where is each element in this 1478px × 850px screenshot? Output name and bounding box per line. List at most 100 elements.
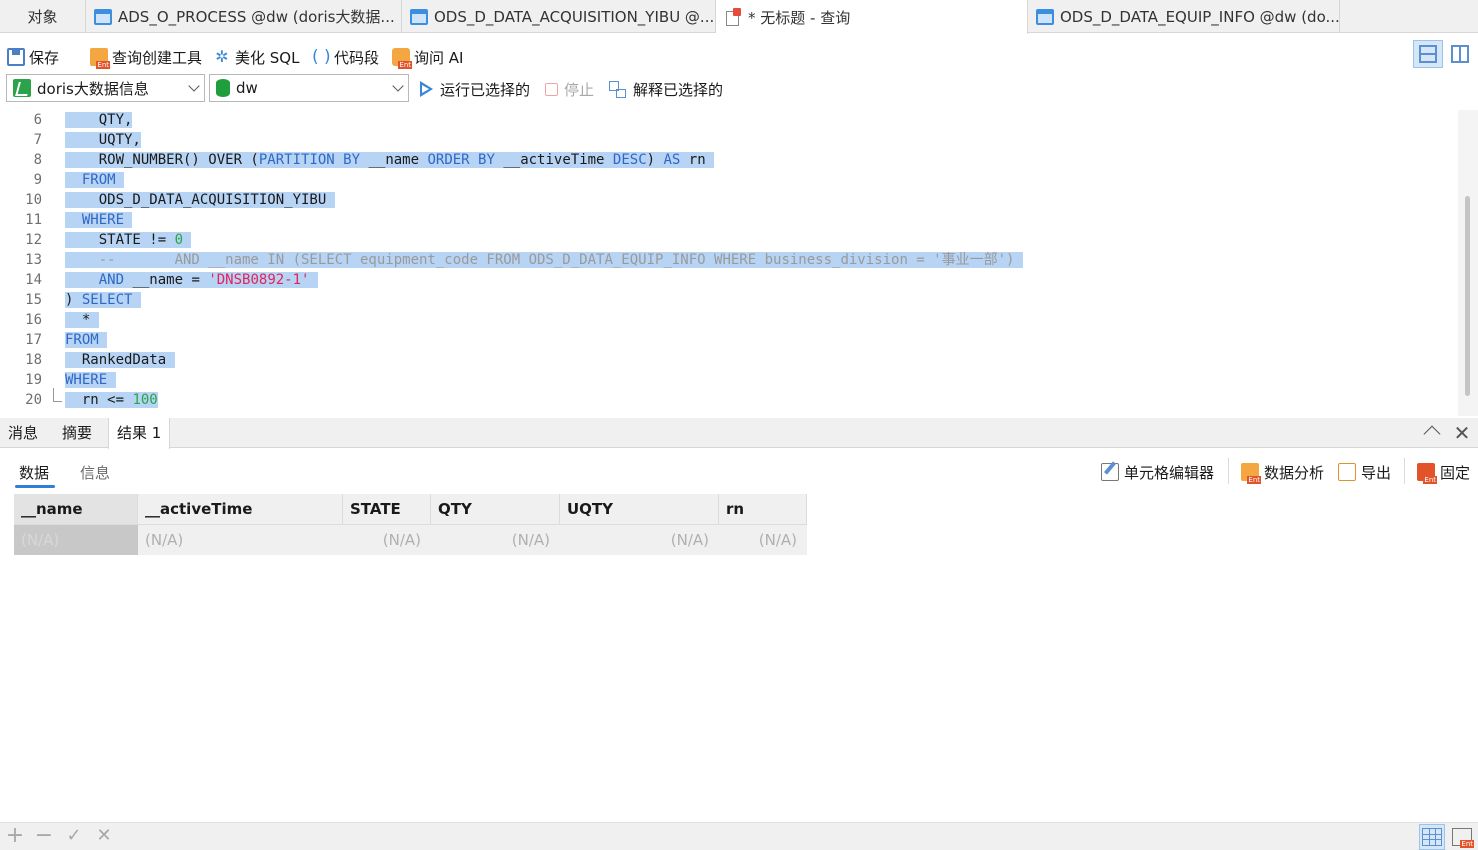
column-header[interactable]: STATE: [343, 494, 431, 525]
code-token: 100: [132, 392, 158, 408]
code-line[interactable]: WHERE: [65, 210, 133, 230]
line-number: 8: [33, 152, 42, 168]
table-cell[interactable]: (N/A): [14, 525, 138, 555]
code-line[interactable]: rn <= 100: [65, 390, 158, 410]
editor-scrollbar[interactable]: [1458, 110, 1478, 416]
code-line[interactable]: ODS_D_DATA_ACQUISITION_YIBU: [65, 190, 335, 210]
stop-button[interactable]: 停止: [545, 79, 594, 99]
discard-changes-button[interactable]: ✕: [94, 825, 114, 847]
code-line[interactable]: UQTY,: [65, 130, 141, 150]
code-line[interactable]: -- AND __name IN (SELECT equipment_code …: [65, 250, 1023, 270]
table-cell[interactable]: (N/A): [138, 525, 343, 555]
column-header[interactable]: UQTY: [560, 494, 719, 525]
connection-select[interactable]: doris大数据信息: [6, 74, 205, 102]
snippet-icon: ( ): [312, 47, 331, 67]
code-token: 'DNSB0892-1': [208, 272, 310, 288]
tab-ads-o-process[interactable]: ADS_O_PROCESS @dw (doris大数据...: [86, 0, 402, 33]
snippet-label: 代码段: [334, 48, 380, 67]
query-icon: [724, 8, 742, 26]
run-selected-button[interactable]: 运行已选择的: [420, 79, 530, 99]
ai-icon: [392, 48, 413, 69]
add-record-button[interactable]: +: [5, 825, 25, 847]
line-number-gutter: 6 7 8 9 10 11 12 13 14 15 16 17 18 19 20: [0, 110, 44, 416]
code-token: WHERE: [65, 372, 108, 388]
code-snippet-button[interactable]: ( ) 代码段: [312, 45, 379, 69]
divider: [1404, 458, 1405, 484]
column-header[interactable]: __activeTime: [138, 494, 343, 525]
selection-highlight: *: [65, 312, 99, 328]
code-line[interactable]: ROW_NUMBER() OVER (PARTITION BY __name O…: [65, 150, 715, 170]
tab-objects[interactable]: 对象: [0, 0, 86, 33]
code-line[interactable]: STATE != 0: [65, 230, 192, 250]
fold-marker[interactable]: [53, 388, 62, 402]
layout-vertical-toggle[interactable]: [1445, 40, 1475, 68]
code-line[interactable]: FROM: [65, 330, 108, 350]
code-token: RankedData: [65, 352, 175, 368]
code-token: PARTITION BY: [258, 152, 361, 168]
code-line[interactable]: FROM: [65, 170, 125, 190]
query-builder-icon: [90, 48, 111, 69]
layout-horizontal-toggle[interactable]: [1413, 40, 1443, 68]
query-builder-button[interactable]: 查询创建工具: [90, 45, 202, 69]
apply-changes-button[interactable]: ✓: [64, 825, 84, 847]
subtab-info[interactable]: 信息: [80, 462, 110, 483]
data-analysis-button[interactable]: 数据分析: [1241, 462, 1325, 484]
delete-record-button[interactable]: −: [34, 825, 54, 847]
table-icon: [94, 8, 112, 25]
code-token: -- AND __name IN (SELECT equipment_code …: [65, 252, 1023, 268]
tab-ods-d-data-acquisition[interactable]: ODS_D_DATA_ACQUISITION_YIBU @...: [402, 0, 716, 33]
line-number: 14: [25, 272, 42, 288]
pin-button[interactable]: 固定: [1417, 462, 1470, 484]
line-number: 17: [25, 332, 42, 348]
table-cell[interactable]: (N/A): [343, 525, 431, 555]
table-cell[interactable]: (N/A): [431, 525, 560, 555]
tab-result-1[interactable]: 结果 1: [108, 418, 171, 449]
tab-untitled-query[interactable]: * 无标题 - 查询: [716, 0, 1028, 34]
line-number: 16: [25, 312, 42, 328]
code-token: AS: [663, 152, 681, 168]
bottom-bar: [0, 822, 1478, 850]
tab-ods-d-data-equip-info[interactable]: ODS_D_DATA_EQUIP_INFO @dw (do...: [1028, 0, 1340, 33]
form-view-icon: [1452, 828, 1475, 848]
code-token: FROM: [81, 172, 116, 188]
line-number: 11: [25, 212, 42, 228]
line-number: 10: [25, 192, 42, 208]
code-token: FROM: [65, 332, 99, 348]
table-icon: [1036, 8, 1054, 25]
sql-editor[interactable]: 6 7 8 9 10 11 12 13 14 15 16 17 18 19 20 QTY, UQTY, RO…: [0, 110, 1458, 416]
selection-highlight: STATE != 0: [65, 232, 192, 248]
scrollbar-thumb[interactable]: [1465, 196, 1470, 396]
code-line[interactable]: AND __name = 'DNSB0892-1': [65, 270, 318, 290]
selection-highlight: -- AND __name IN (SELECT equipment_code …: [65, 252, 1023, 268]
code-line[interactable]: QTY,: [65, 110, 133, 130]
tab-summary[interactable]: 摘要: [54, 418, 100, 448]
subtab-data[interactable]: 数据: [19, 462, 49, 483]
column-header[interactable]: QTY: [431, 494, 560, 525]
database-select[interactable]: dw: [209, 74, 409, 102]
grid-view-toggle[interactable]: [1419, 824, 1445, 850]
line-number: 13: [25, 252, 42, 268]
column-header[interactable]: __name: [14, 494, 138, 525]
tab-messages[interactable]: 消息: [0, 418, 46, 448]
code-line[interactable]: WHERE: [65, 370, 116, 390]
cell-editor-button[interactable]: 单元格编辑器: [1101, 462, 1214, 482]
code-token: __name =: [124, 272, 209, 288]
data-analysis-label: 数据分析: [1264, 463, 1325, 482]
explain-selected-button[interactable]: 解释已选择的: [609, 79, 723, 99]
code-line[interactable]: RankedData: [65, 350, 175, 370]
column-header[interactable]: rn: [719, 494, 807, 525]
tab-label: ODS_D_DATA_ACQUISITION_YIBU @...: [434, 7, 715, 26]
form-view-toggle[interactable]: [1449, 824, 1475, 850]
code-line[interactable]: ) SELECT: [65, 290, 141, 310]
code-token: ): [65, 292, 82, 308]
table-cell[interactable]: (N/A): [719, 525, 807, 555]
close-panel-icon[interactable]: ✕: [1453, 423, 1471, 443]
code-line[interactable]: *: [65, 310, 99, 330]
save-button[interactable]: 保存: [7, 45, 59, 69]
export-button[interactable]: 导出: [1338, 462, 1391, 482]
stop-icon: [545, 82, 558, 96]
beautify-sql-button[interactable]: ✲ 美化 SQL: [213, 45, 299, 69]
ask-ai-button[interactable]: 询问 AI: [392, 45, 463, 69]
table-cell[interactable]: (N/A): [560, 525, 719, 555]
